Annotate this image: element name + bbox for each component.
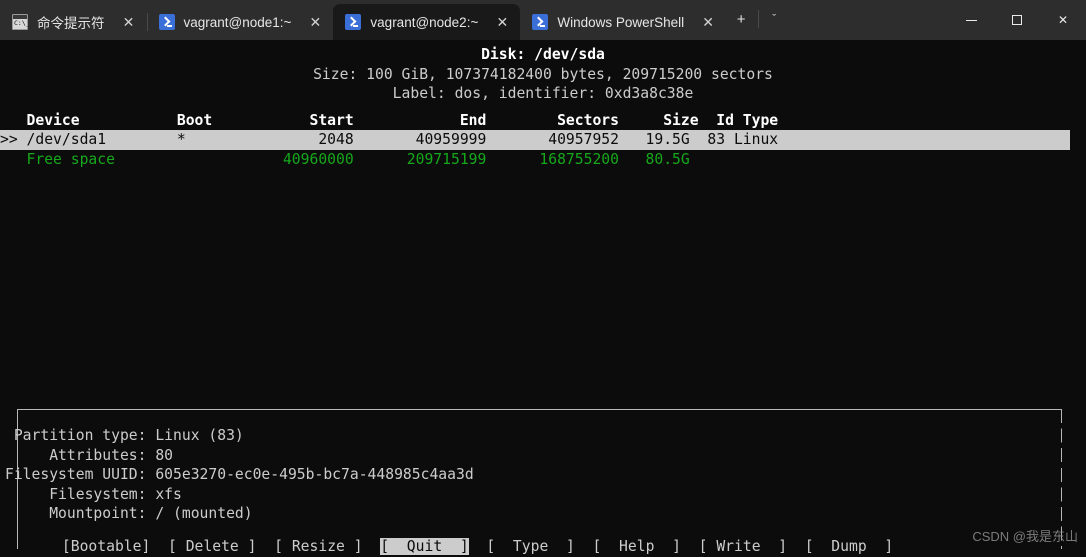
menu-gap <box>681 538 699 555</box>
details-body: Partition type: Linux (83) Attributes: 8… <box>5 426 1062 524</box>
title-bar: 命令提示符 ✕ vagrant@node1:~ ✕ vagrant@node2:… <box>0 0 1086 40</box>
powershell-icon <box>345 14 362 30</box>
tab-label: 命令提示符 <box>37 16 105 31</box>
detail-partition-type: Partition type: Linux (83) <box>5 427 244 444</box>
tab-close-icon[interactable]: ✕ <box>115 9 143 35</box>
menu-button-resize[interactable]: [ Resize ] <box>274 538 362 555</box>
row-text: /dev/sda1 * 2048 40959999 40957952 19.5G… <box>17 131 779 149</box>
watermark: CSDN @我是东山 <box>972 529 1078 544</box>
tab-close-icon[interactable]: ✕ <box>488 9 516 35</box>
detail-filesystem-uuid: Filesystem UUID: 605e3270-ec0e-495b-bc7a… <box>5 466 474 484</box>
menu-button-bootable[interactable]: [Bootable] <box>62 538 150 555</box>
disk-header: Disk: /dev/sda Size: 100 GiB, 1073741824… <box>0 40 1086 104</box>
tab-vagrant-node2[interactable]: vagrant@node2:~ ✕ <box>333 4 521 40</box>
menu-button-help[interactable]: [ Help ] <box>593 538 681 555</box>
tab-windows-powershell[interactable]: Windows PowerShell ✕ <box>520 4 727 40</box>
tab-command-prompt[interactable]: 命令提示符 ✕ <box>0 4 147 40</box>
tab-close-icon[interactable]: ✕ <box>301 9 329 35</box>
cmd-icon <box>12 14 30 30</box>
tab-label: Windows PowerShell <box>557 14 685 30</box>
tab-vagrant-node1[interactable]: vagrant@node1:~ ✕ <box>146 4 334 40</box>
powershell-icon <box>158 14 175 30</box>
disk-size-line: Size: 100 GiB, 107374182400 bytes, 20971… <box>313 65 773 83</box>
partition-details-box: Partition type: Linux (83) Attributes: 8… <box>5 409 1062 549</box>
row-marker: >> <box>0 131 18 149</box>
powershell-icon <box>532 14 549 30</box>
menu-gap <box>150 538 168 555</box>
disk-label-line: Label: dos, identifier: 0xd3a8c38e <box>392 85 694 103</box>
new-tab-icon[interactable]: + <box>726 5 756 33</box>
menu-gap <box>256 538 274 555</box>
row-text: Free space 40960000 209715199 168755200 … <box>17 150 690 168</box>
row-marker <box>0 151 18 168</box>
menu-gap <box>469 538 487 555</box>
detail-attributes: Attributes: 80 <box>5 446 174 464</box>
toolbar-divider <box>758 10 760 28</box>
tab-strip: 命令提示符 ✕ vagrant@node1:~ ✕ vagrant@node2:… <box>0 0 787 40</box>
menu-gap <box>787 538 805 555</box>
menu-button-type[interactable]: [ Type ] <box>486 538 574 555</box>
table-row[interactable]: >> /dev/sda1 * 2048 40959999 40957952 19… <box>0 130 1070 150</box>
close-icon[interactable]: ✕ <box>1040 4 1086 36</box>
tab-separator <box>146 13 148 31</box>
menu-gap <box>363 538 381 555</box>
menu-button-write[interactable]: [ Write ] <box>699 538 787 555</box>
detail-mountpoint: Mountpoint: / (mounted) <box>5 505 253 523</box>
chevron-down-icon[interactable]: ˇ <box>761 5 787 33</box>
window-controls: ✕ <box>948 0 1086 40</box>
partition-table: Device Boot Start End Sectors Size Id Ty… <box>0 111 1086 170</box>
disk-title: Disk: /dev/sda <box>481 46 605 63</box>
menu-button-quit[interactable]: [ Quit ] <box>380 538 469 555</box>
minimize-icon[interactable] <box>948 4 994 36</box>
menu-button-dump[interactable]: [ Dump ] <box>805 538 893 555</box>
tab-label: vagrant@node1:~ <box>183 14 292 30</box>
tab-label: vagrant@node2:~ <box>370 14 479 30</box>
menu-button-delete[interactable]: [ Delete ] <box>168 538 256 555</box>
terminal-screen[interactable]: Disk: /dev/sda Size: 100 GiB, 1073741824… <box>0 40 1086 555</box>
detail-filesystem: Filesystem: xfs <box>5 485 182 503</box>
maximize-icon[interactable] <box>994 4 1040 36</box>
tab-close-icon[interactable]: ✕ <box>694 9 722 35</box>
table-header: Device Boot Start End Sectors Size Id Ty… <box>0 111 779 129</box>
command-menu: [Bootable] [ Delete ] [ Resize ] [ Quit … <box>0 537 1086 557</box>
box-top-border <box>17 409 1062 410</box>
table-row[interactable]: Free space 40960000 209715199 168755200 … <box>0 150 1086 170</box>
new-tab-group: + ˇ <box>726 0 787 40</box>
menu-gap <box>575 538 593 555</box>
menu-indent <box>0 538 62 555</box>
